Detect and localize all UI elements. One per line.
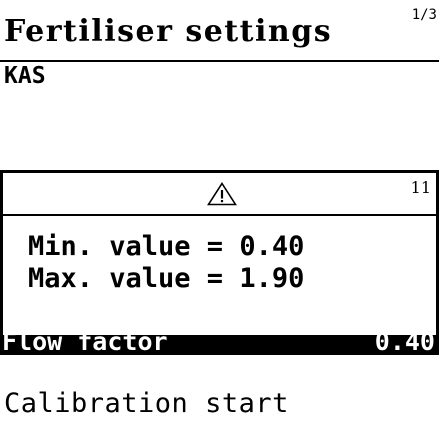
flow-factor-label: Flow factor: [2, 335, 168, 355]
warning-triangle-icon: [207, 182, 237, 206]
terminal-screen: 1/3 Fertiliser settings KAS 11 Min. valu…: [0, 0, 439, 437]
fertiliser-name: KAS: [4, 63, 46, 89]
max-value-line: Max. value = 1.90: [28, 263, 305, 294]
dialog-header-divider: [0, 214, 439, 216]
dialog-message-number: 11: [410, 178, 431, 197]
flow-factor-value: 0.40: [374, 335, 435, 355]
min-value-line: Min. value = 0.40: [28, 231, 305, 262]
page-indicator: 1/3: [411, 7, 437, 23]
calibration-start-item[interactable]: Calibration start: [4, 388, 289, 420]
dialog-border-top: [0, 170, 439, 173]
title-divider: [0, 60, 439, 62]
flow-factor-row[interactable]: Flow factor 0.40: [0, 335, 439, 355]
warning-dialog: 11 Min. value = 0.40 Max. value = 1.90: [0, 170, 439, 342]
dialog-border-left: [0, 170, 3, 342]
page-title: Fertiliser settings: [4, 14, 333, 49]
